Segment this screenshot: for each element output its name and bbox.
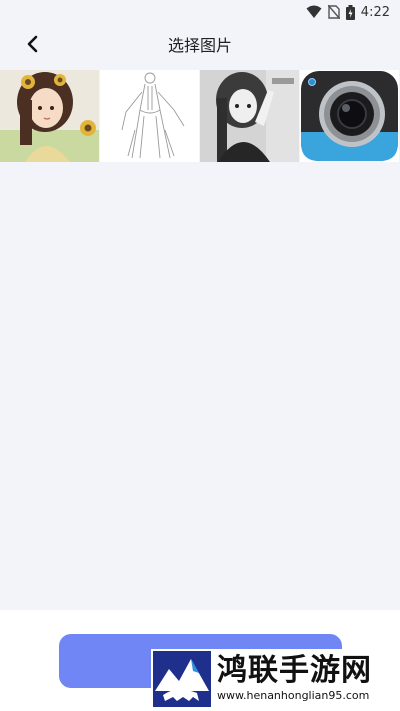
no-sim-icon xyxy=(327,5,340,19)
bottom-panel: 鸿联手游网 www.henanhonglian95.com xyxy=(0,610,400,711)
image-gallery xyxy=(0,70,400,162)
thumbnail-camera-app-icon[interactable] xyxy=(300,70,399,162)
status-bar: 4:22 xyxy=(0,0,400,24)
header: 选择图片 xyxy=(0,24,400,68)
watermark-url: www.henanhonglian95.com xyxy=(217,689,370,702)
battery-charging-icon xyxy=(345,4,355,20)
wifi-icon xyxy=(306,5,322,19)
thumbnail-line-sketch[interactable] xyxy=(100,70,199,162)
thumbnail-girl-sunflower[interactable] xyxy=(0,70,99,162)
watermark: 鸿联手游网 www.henanhonglian95.com xyxy=(151,649,391,709)
page-title: 选择图片 xyxy=(167,36,232,55)
thumbnail-grayscale-girl[interactable] xyxy=(200,70,299,162)
status-time: 4:22 xyxy=(360,4,390,20)
watermark-title: 鸿联手游网 xyxy=(217,653,372,688)
watermark-logo xyxy=(153,651,211,707)
